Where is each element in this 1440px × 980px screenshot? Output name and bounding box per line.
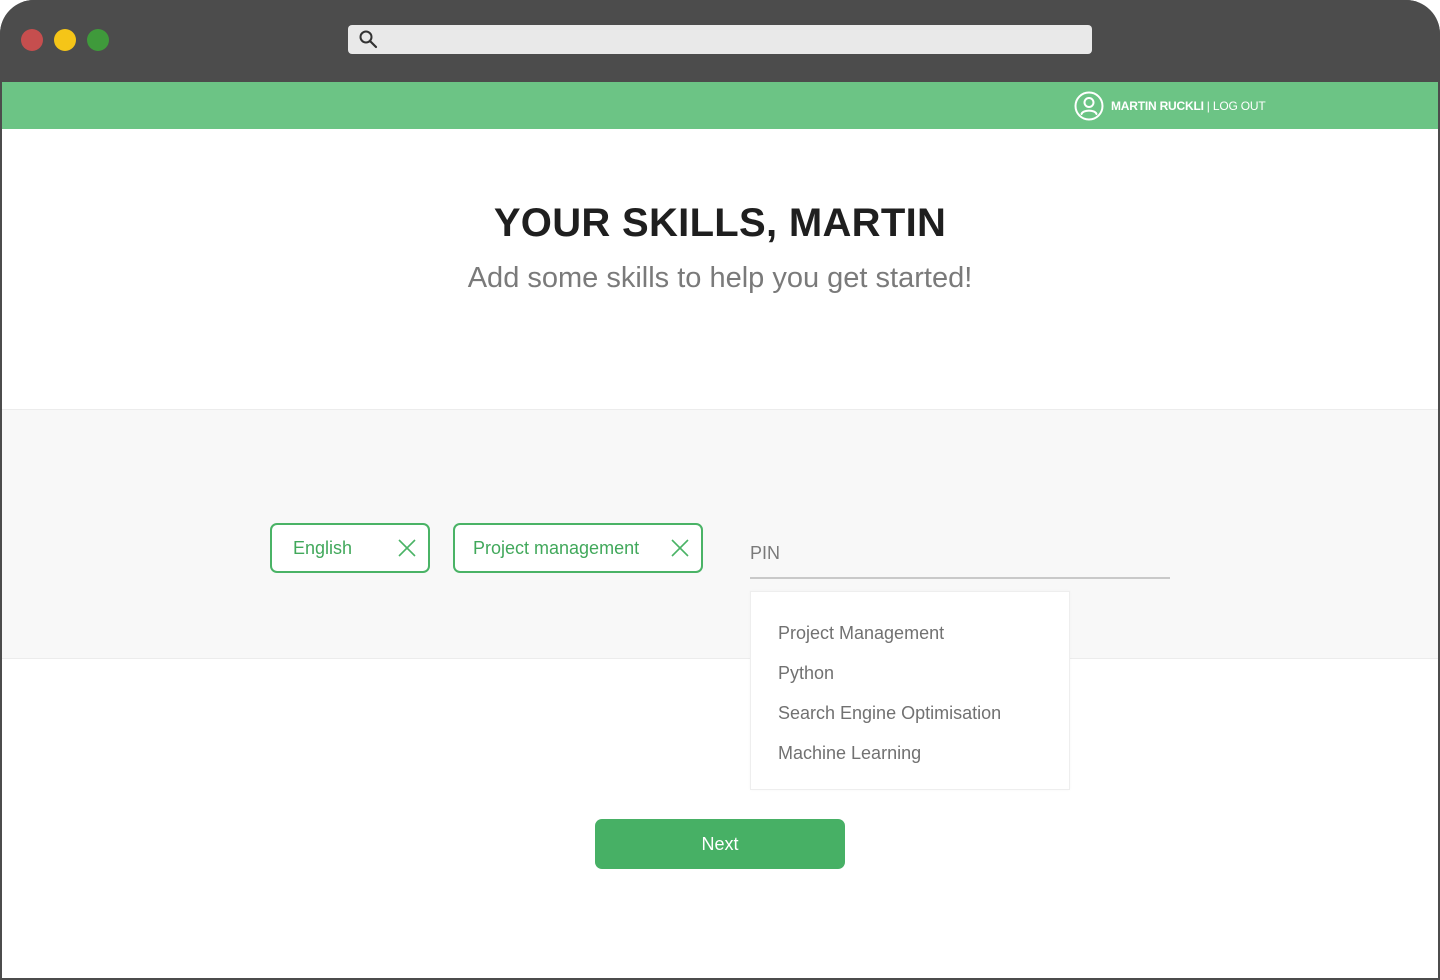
suggestion-item[interactable]: Python <box>778 663 834 684</box>
minimize-window-button[interactable] <box>54 29 76 51</box>
skill-chip-project-management[interactable]: Project management <box>453 523 703 573</box>
user-menu: MARTIN RUCKLI | LOG OUT <box>1074 91 1266 121</box>
skill-chip-label: Project management <box>473 537 640 558</box>
skill-search-field[interactable] <box>750 529 1170 579</box>
skill-chip-english[interactable]: English <box>270 523 430 573</box>
next-button[interactable]: Next <box>595 819 845 869</box>
page-title: YOUR SKILLS, MARTIN <box>493 201 947 245</box>
user-name[interactable]: MARTIN RUCKLI <box>1111 99 1204 113</box>
maximize-window-button[interactable] <box>87 29 109 51</box>
browser-window: MARTIN RUCKLI | LOG OUT YOUR SKILLS, MAR… <box>0 0 1440 980</box>
close-icon[interactable] <box>670 538 690 558</box>
close-window-button[interactable] <box>21 29 43 51</box>
address-bar[interactable] <box>348 25 1092 54</box>
skill-suggestions-dropdown: Project Management Python Search Engine … <box>750 591 1070 790</box>
page-subtitle: Add some skills to help you get started! <box>467 262 973 294</box>
browser-titlebar <box>0 0 1440 82</box>
skill-chip-label: English <box>293 537 353 558</box>
search-icon <box>358 29 378 49</box>
close-icon[interactable] <box>397 538 417 558</box>
suggestion-item[interactable]: Project Management <box>778 623 944 644</box>
header-separator: | <box>1206 99 1210 113</box>
suggestion-item[interactable]: Search Engine Optimisation <box>778 703 1001 724</box>
page-viewport: MARTIN RUCKLI | LOG OUT YOUR SKILLS, MAR… <box>2 82 1438 978</box>
hero-section: YOUR SKILLS, MARTIN Add some skills to h… <box>2 129 1438 409</box>
skills-section <box>2 409 1438 659</box>
app-header: MARTIN RUCKLI | LOG OUT <box>2 82 1438 129</box>
user-circle-icon[interactable] <box>1074 91 1104 121</box>
logout-link[interactable]: LOG OUT <box>1213 99 1266 113</box>
suggestion-item[interactable]: Machine Learning <box>778 743 921 764</box>
skill-input[interactable] <box>750 529 1170 577</box>
